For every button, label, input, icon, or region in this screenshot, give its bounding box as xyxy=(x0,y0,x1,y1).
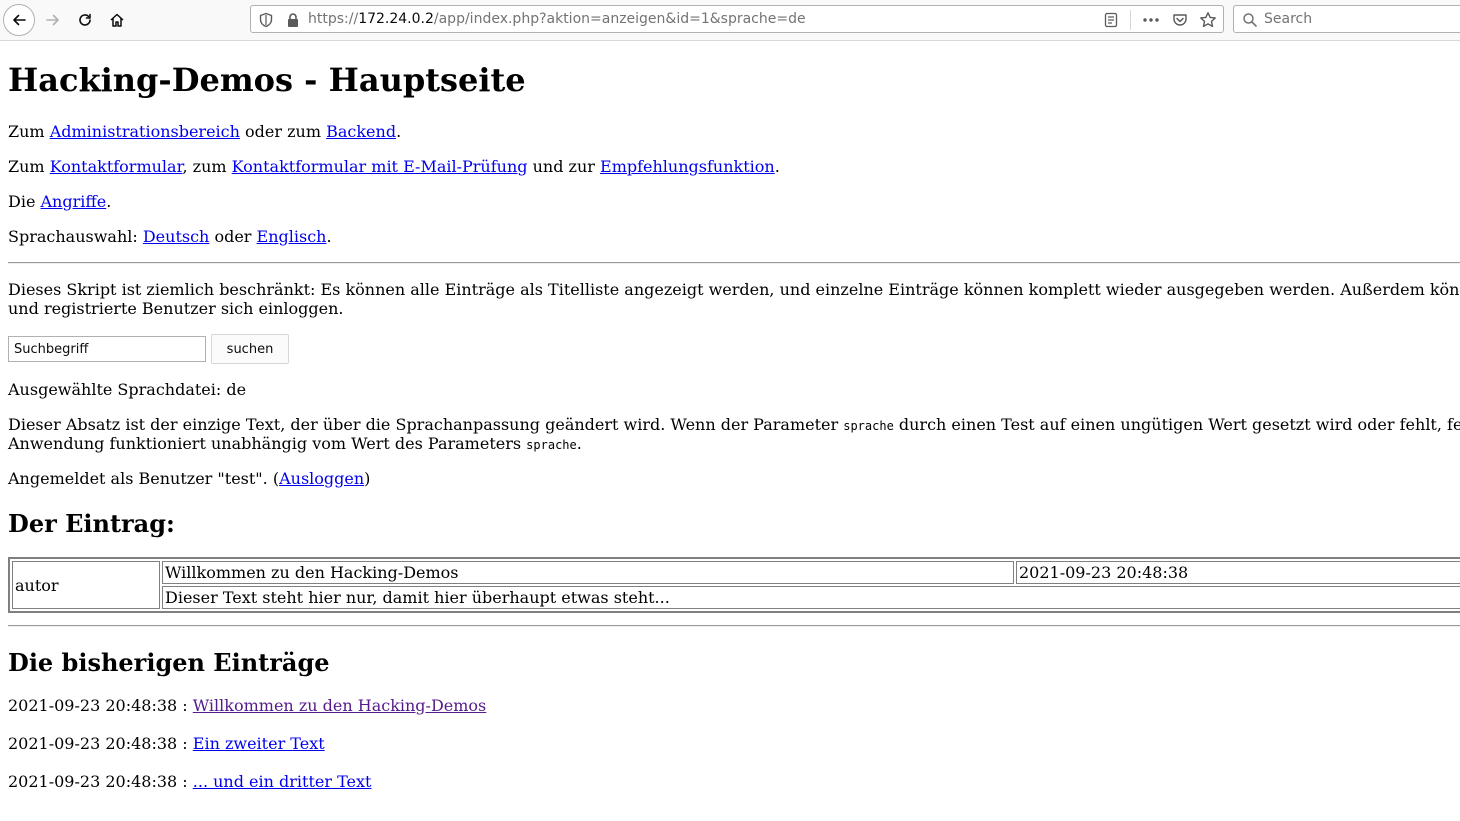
entry-list-date: 2021-09-23 20:48:38 xyxy=(8,734,178,753)
text-fragment: . xyxy=(106,192,112,211)
forward-arrow-icon xyxy=(46,14,59,26)
pocket-icon[interactable] xyxy=(1170,10,1190,30)
language-german-link[interactable]: Deutsch xyxy=(143,227,210,246)
list-item: 2021-09-23 20:48:38 : Willkommen zu den … xyxy=(8,696,486,715)
tracking-protection-icon[interactable] xyxy=(258,12,274,32)
divider xyxy=(8,262,1460,264)
description-line-2: und registrierte Benutzer sich einloggen… xyxy=(8,299,344,318)
url-prefix: https:// xyxy=(308,11,359,27)
contact-form-link[interactable]: Kontaktformular xyxy=(50,157,183,176)
page-title: Hacking-Demos - Hauptseite xyxy=(8,61,526,99)
entry-list-link[interactable]: Willkommen zu den Hacking-Demos xyxy=(193,696,487,715)
entry-heading: Der Eintrag: xyxy=(8,509,175,538)
entry-date: 2021-09-23 20:48:38 xyxy=(1016,561,1460,584)
text-fragment: . xyxy=(774,157,780,176)
text-fragment: . xyxy=(396,122,402,141)
attacks-link[interactable]: Angriffe xyxy=(41,192,107,211)
search-icon xyxy=(1242,12,1258,32)
attacks-line: Die Angriffe. xyxy=(8,192,111,211)
address-bar-divider xyxy=(1130,10,1131,30)
text-fragment: Angemeldet als Benutzer "test". ( xyxy=(8,469,280,488)
text-fragment: : xyxy=(177,772,193,791)
address-bar[interactable]: https://172.24.0.2/app/index.php?aktion=… xyxy=(250,5,1224,33)
text-fragment: durch einen Test auf einen ungütigen Wer… xyxy=(893,415,1460,434)
search-term-input[interactable] xyxy=(8,336,206,362)
entry-title: Willkommen zu den Hacking-Demos xyxy=(162,561,1014,584)
search-bar-input[interactable] xyxy=(1264,9,1454,29)
page-actions-icon[interactable] xyxy=(1141,10,1161,30)
entry-list-link[interactable]: ... und ein dritter Text xyxy=(193,772,372,791)
lock-icon[interactable] xyxy=(286,12,300,32)
recommend-link[interactable]: Empfehlungsfunktion xyxy=(600,157,775,176)
text-fragment: . xyxy=(576,434,582,453)
entry-list-date: 2021-09-23 20:48:38 xyxy=(8,696,178,715)
table-row: Dieser Text steht hier nur, damit hier ü… xyxy=(12,586,1460,609)
code-parameter: sprache xyxy=(526,438,577,452)
text-fragment: oder xyxy=(209,227,257,246)
login-status: Angemeldet als Benutzer "test". (Auslogg… xyxy=(8,469,370,488)
logout-link[interactable]: Ausloggen xyxy=(279,469,364,488)
text-fragment: oder zum xyxy=(239,122,327,141)
url-text[interactable]: https://172.24.0.2/app/index.php?aktion=… xyxy=(308,11,806,27)
forward-button[interactable] xyxy=(37,4,69,36)
text-fragment: Zum xyxy=(8,157,50,176)
list-item: 2021-09-23 20:48:38 : ... und ein dritte… xyxy=(8,772,371,791)
reload-button[interactable] xyxy=(69,4,101,36)
text-fragment: : xyxy=(177,734,193,753)
url-path: /app/index.php?aktion=anzeigen&id=1&spra… xyxy=(433,11,806,27)
text-fragment: ) xyxy=(364,469,371,488)
admin-link[interactable]: Administrationsbereich xyxy=(50,122,240,141)
bookmark-star-icon[interactable] xyxy=(1198,10,1218,30)
home-button[interactable] xyxy=(101,4,133,36)
language-paragraph-line-1: Dieser Absatz ist der einzige Text, der … xyxy=(8,415,1460,436)
backend-link[interactable]: Backend xyxy=(326,122,396,141)
text-fragment: Anwendung funktioniert unabhängig vom We… xyxy=(8,434,527,453)
selected-language-file: Ausgewählte Sprachdatei: de xyxy=(8,380,247,399)
admin-backend-links: Zum Administrationsbereich oder zum Back… xyxy=(8,122,401,141)
code-parameter: sprache xyxy=(843,419,894,433)
table-row: autor Willkommen zu den Hacking-Demos 20… xyxy=(12,561,1460,609)
list-item: 2021-09-23 20:48:38 : Ein zweiter Text xyxy=(8,734,325,753)
contact-form-email-link[interactable]: Kontaktformular mit E-Mail-Prüfung xyxy=(232,157,528,176)
entries-list-heading: Die bisherigen Einträge xyxy=(8,648,330,677)
home-icon xyxy=(110,13,124,27)
entry-author: autor xyxy=(12,561,160,609)
entry-list-date: 2021-09-23 20:48:38 xyxy=(8,772,178,791)
language-selection: Sprachauswahl: Deutsch oder Englisch. xyxy=(8,227,332,246)
language-paragraph-line-2: Anwendung funktioniert unabhängig vom We… xyxy=(8,434,582,455)
description-line-1: Dieses Skript ist ziemlich beschränkt: E… xyxy=(8,280,1460,299)
text-fragment: Dieser Absatz ist der einzige Text, der … xyxy=(8,415,844,434)
text-fragment: Sprachauswahl: xyxy=(8,227,143,246)
divider xyxy=(8,625,1460,627)
text-fragment: , zum xyxy=(182,157,232,176)
text-fragment: . xyxy=(326,227,332,246)
reload-icon xyxy=(79,13,91,26)
contact-links: Zum Kontaktformular, zum Kontaktformular… xyxy=(8,157,780,176)
reader-view-icon[interactable] xyxy=(1101,10,1121,30)
text-fragment: : xyxy=(177,696,193,715)
entry-list-link[interactable]: Ein zweiter Text xyxy=(193,734,325,753)
entry-table: autor Willkommen zu den Hacking-Demos 20… xyxy=(8,557,1460,613)
url-host: 172.24.0.2 xyxy=(358,11,434,27)
language-english-link[interactable]: Englisch xyxy=(257,227,327,246)
entry-text: Dieser Text steht hier nur, damit hier ü… xyxy=(162,586,1460,609)
text-fragment: und zur xyxy=(527,157,601,176)
text-fragment: Die xyxy=(8,192,41,211)
text-fragment: Zum xyxy=(8,122,50,141)
back-arrow-icon xyxy=(13,14,26,26)
back-button[interactable] xyxy=(3,4,35,36)
search-button[interactable]: suchen xyxy=(211,334,289,364)
web-page: Hacking-Demos - Hauptseite Zum Administr… xyxy=(0,41,1460,821)
search-bar[interactable] xyxy=(1233,5,1460,33)
browser-toolbar: https://172.24.0.2/app/index.php?aktion=… xyxy=(0,0,1460,41)
